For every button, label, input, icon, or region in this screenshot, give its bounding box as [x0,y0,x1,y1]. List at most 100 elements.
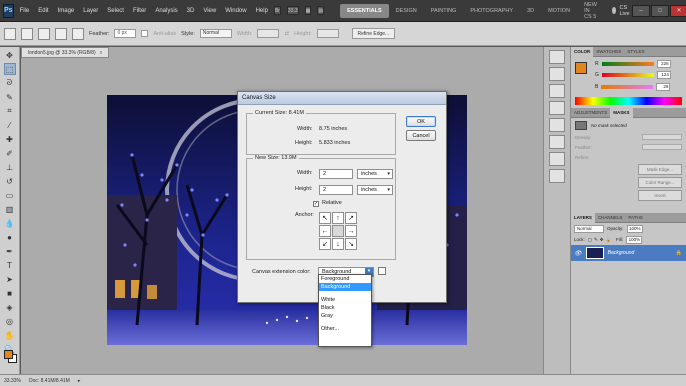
add-selection-icon[interactable] [38,27,50,40]
tab-adjustments[interactable]: ADJUSTMENTS [571,108,610,118]
workspace-essentials[interactable]: ESSENTIALS [340,3,389,18]
extension-color-swatch[interactable] [378,267,386,275]
close-icon[interactable]: ✕ [670,4,686,17]
document-tab[interactable]: london5.jpg @ 33.3% (RGB/8) x [21,47,110,58]
menu-analysis[interactable]: Analysis [155,8,177,14]
color-panel-fg-swatch[interactable] [575,62,587,74]
opacity-input[interactable]: 100% [626,224,643,233]
intersect-selection-icon[interactable] [72,27,84,40]
tab-styles[interactable]: STYLES [624,47,647,57]
document-tab-close-icon[interactable]: x [100,50,103,56]
cancel-button[interactable]: Cancel [406,130,436,141]
width-input[interactable]: 2 [319,169,353,179]
eyedropper-tool-icon[interactable]: ⁄ [4,119,16,131]
antialias-checkbox[interactable] [141,30,149,37]
menu-filter[interactable]: Filter [133,8,146,14]
marquee-preset-icon[interactable] [4,27,16,40]
workspace-design[interactable]: DESIGN [389,4,424,18]
anchor-bottom-left[interactable]: ↙ [319,238,331,250]
tab-channels[interactable]: CHANNELS [595,213,626,223]
mask-edge-button[interactable]: Mask Edge... [638,164,682,175]
option-gray[interactable]: Gray [319,312,371,320]
tab-color[interactable]: COLOR [571,46,594,57]
red-value[interactable]: 226 [656,60,671,68]
gradient-tool-icon[interactable]: ▥ [4,203,16,215]
pen-tool-icon[interactable]: ✒ [4,245,16,257]
workspace-motion[interactable]: MOTION [541,4,577,18]
brush-panel-icon[interactable] [549,118,565,132]
history-brush-tool-icon[interactable]: ↺ [4,175,16,187]
mask-density-slider[interactable] [642,134,682,140]
option-white[interactable]: White [319,296,371,304]
maximize-icon[interactable]: □ [651,4,669,17]
info-panel-icon[interactable] [549,101,565,115]
height-unit-select[interactable]: inches ▾ [357,185,393,195]
blue-value[interactable]: 29 [656,83,671,91]
invert-button[interactable]: Invert [638,190,682,201]
path-selection-tool-icon[interactable]: ➤ [4,273,16,285]
green-value[interactable]: 124 [656,71,671,79]
paragraph-panel-icon[interactable] [549,169,565,183]
anchor-left[interactable]: ← [319,225,331,237]
grid-icon[interactable]: ▦ [304,6,312,15]
layer-row-background[interactable]: 👁 Background 🔒 [571,245,686,261]
swap-icon[interactable]: ⇄ [284,31,289,37]
workspace-painting[interactable]: PAINTING [424,4,464,18]
menu-select[interactable]: Select [107,8,124,14]
3d-rotate-tool-icon[interactable]: ◈ [4,301,16,313]
green-slider[interactable] [601,73,654,77]
status-arrow-icon[interactable]: ▸ [78,378,81,384]
foreground-color-swatch[interactable] [4,350,13,359]
relative-checkbox[interactable]: ✓ [313,201,319,207]
red-slider[interactable] [601,62,654,66]
width-input[interactable] [257,29,280,38]
menu-file[interactable]: File [20,8,30,14]
style-select[interactable]: Normal [199,29,232,38]
height-input[interactable]: 2 [319,185,353,195]
menu-edit[interactable]: Edit [38,8,48,14]
option-foreground[interactable]: Foreground [319,275,371,283]
anchor-bottom[interactable]: ↓ [332,238,344,250]
clone-stamp-tool-icon[interactable]: ⊥ [4,161,16,173]
color-range-button[interactable]: Color Range... [638,177,682,188]
marquee-tool-icon[interactable]: ⬚ [3,63,16,75]
blue-slider[interactable] [601,85,654,89]
character-panel-icon[interactable] [549,152,565,166]
fill-input[interactable]: 100% [626,235,643,244]
height-input[interactable] [316,29,339,38]
bridge-icon[interactable]: Br [273,6,281,15]
eraser-tool-icon[interactable]: ▭ [4,189,16,201]
workspace-photography[interactable]: PHOTOGRAPHY [463,4,520,18]
shape-tool-icon[interactable]: ■ [4,287,16,299]
menu-layer[interactable]: Layer [83,8,98,14]
workspace-3d[interactable]: 3D [520,4,541,18]
menu-view[interactable]: View [203,8,216,14]
arrange-icon[interactable]: ▤ [317,6,325,15]
cs-live-button[interactable]: CS Live [611,5,632,17]
brush-tool-icon[interactable]: ✐ [4,147,16,159]
zoom-level-chip[interactable]: 33.3 [286,6,299,15]
tab-swatches[interactable]: SWATCHES [593,47,624,57]
clone-source-panel-icon[interactable] [549,135,565,149]
mask-feather-slider[interactable] [642,144,682,150]
3d-orbit-tool-icon[interactable]: ◎ [4,315,16,327]
blend-mode-select[interactable]: Normal [574,224,604,233]
menu-image[interactable]: Image [58,8,75,14]
option-background[interactable]: Background [319,283,371,291]
option-other[interactable]: Other... [319,325,371,333]
ok-button[interactable]: OK [406,116,436,127]
dodge-tool-icon[interactable]: ● [4,231,16,243]
anchor-center[interactable] [332,225,344,237]
move-tool-icon[interactable]: ✥ [4,49,16,61]
anchor-top[interactable]: ↑ [332,212,344,224]
tab-paths[interactable]: PATHS [625,213,645,223]
type-tool-icon[interactable]: T [4,259,16,271]
healing-brush-tool-icon[interactable]: ✚ [4,133,16,145]
workspace-new-in-cs5[interactable]: NEW IN CS 5 [577,2,604,20]
menu-3d[interactable]: 3D [187,8,195,14]
blur-tool-icon[interactable]: 💧 [4,217,16,229]
hand-tool-icon[interactable]: ✋ [4,329,16,341]
anchor-bottom-right[interactable]: ↘ [345,238,357,250]
refine-edge-button[interactable]: Refine Edge... [351,28,396,39]
quick-select-tool-icon[interactable]: ✎ [4,91,16,103]
